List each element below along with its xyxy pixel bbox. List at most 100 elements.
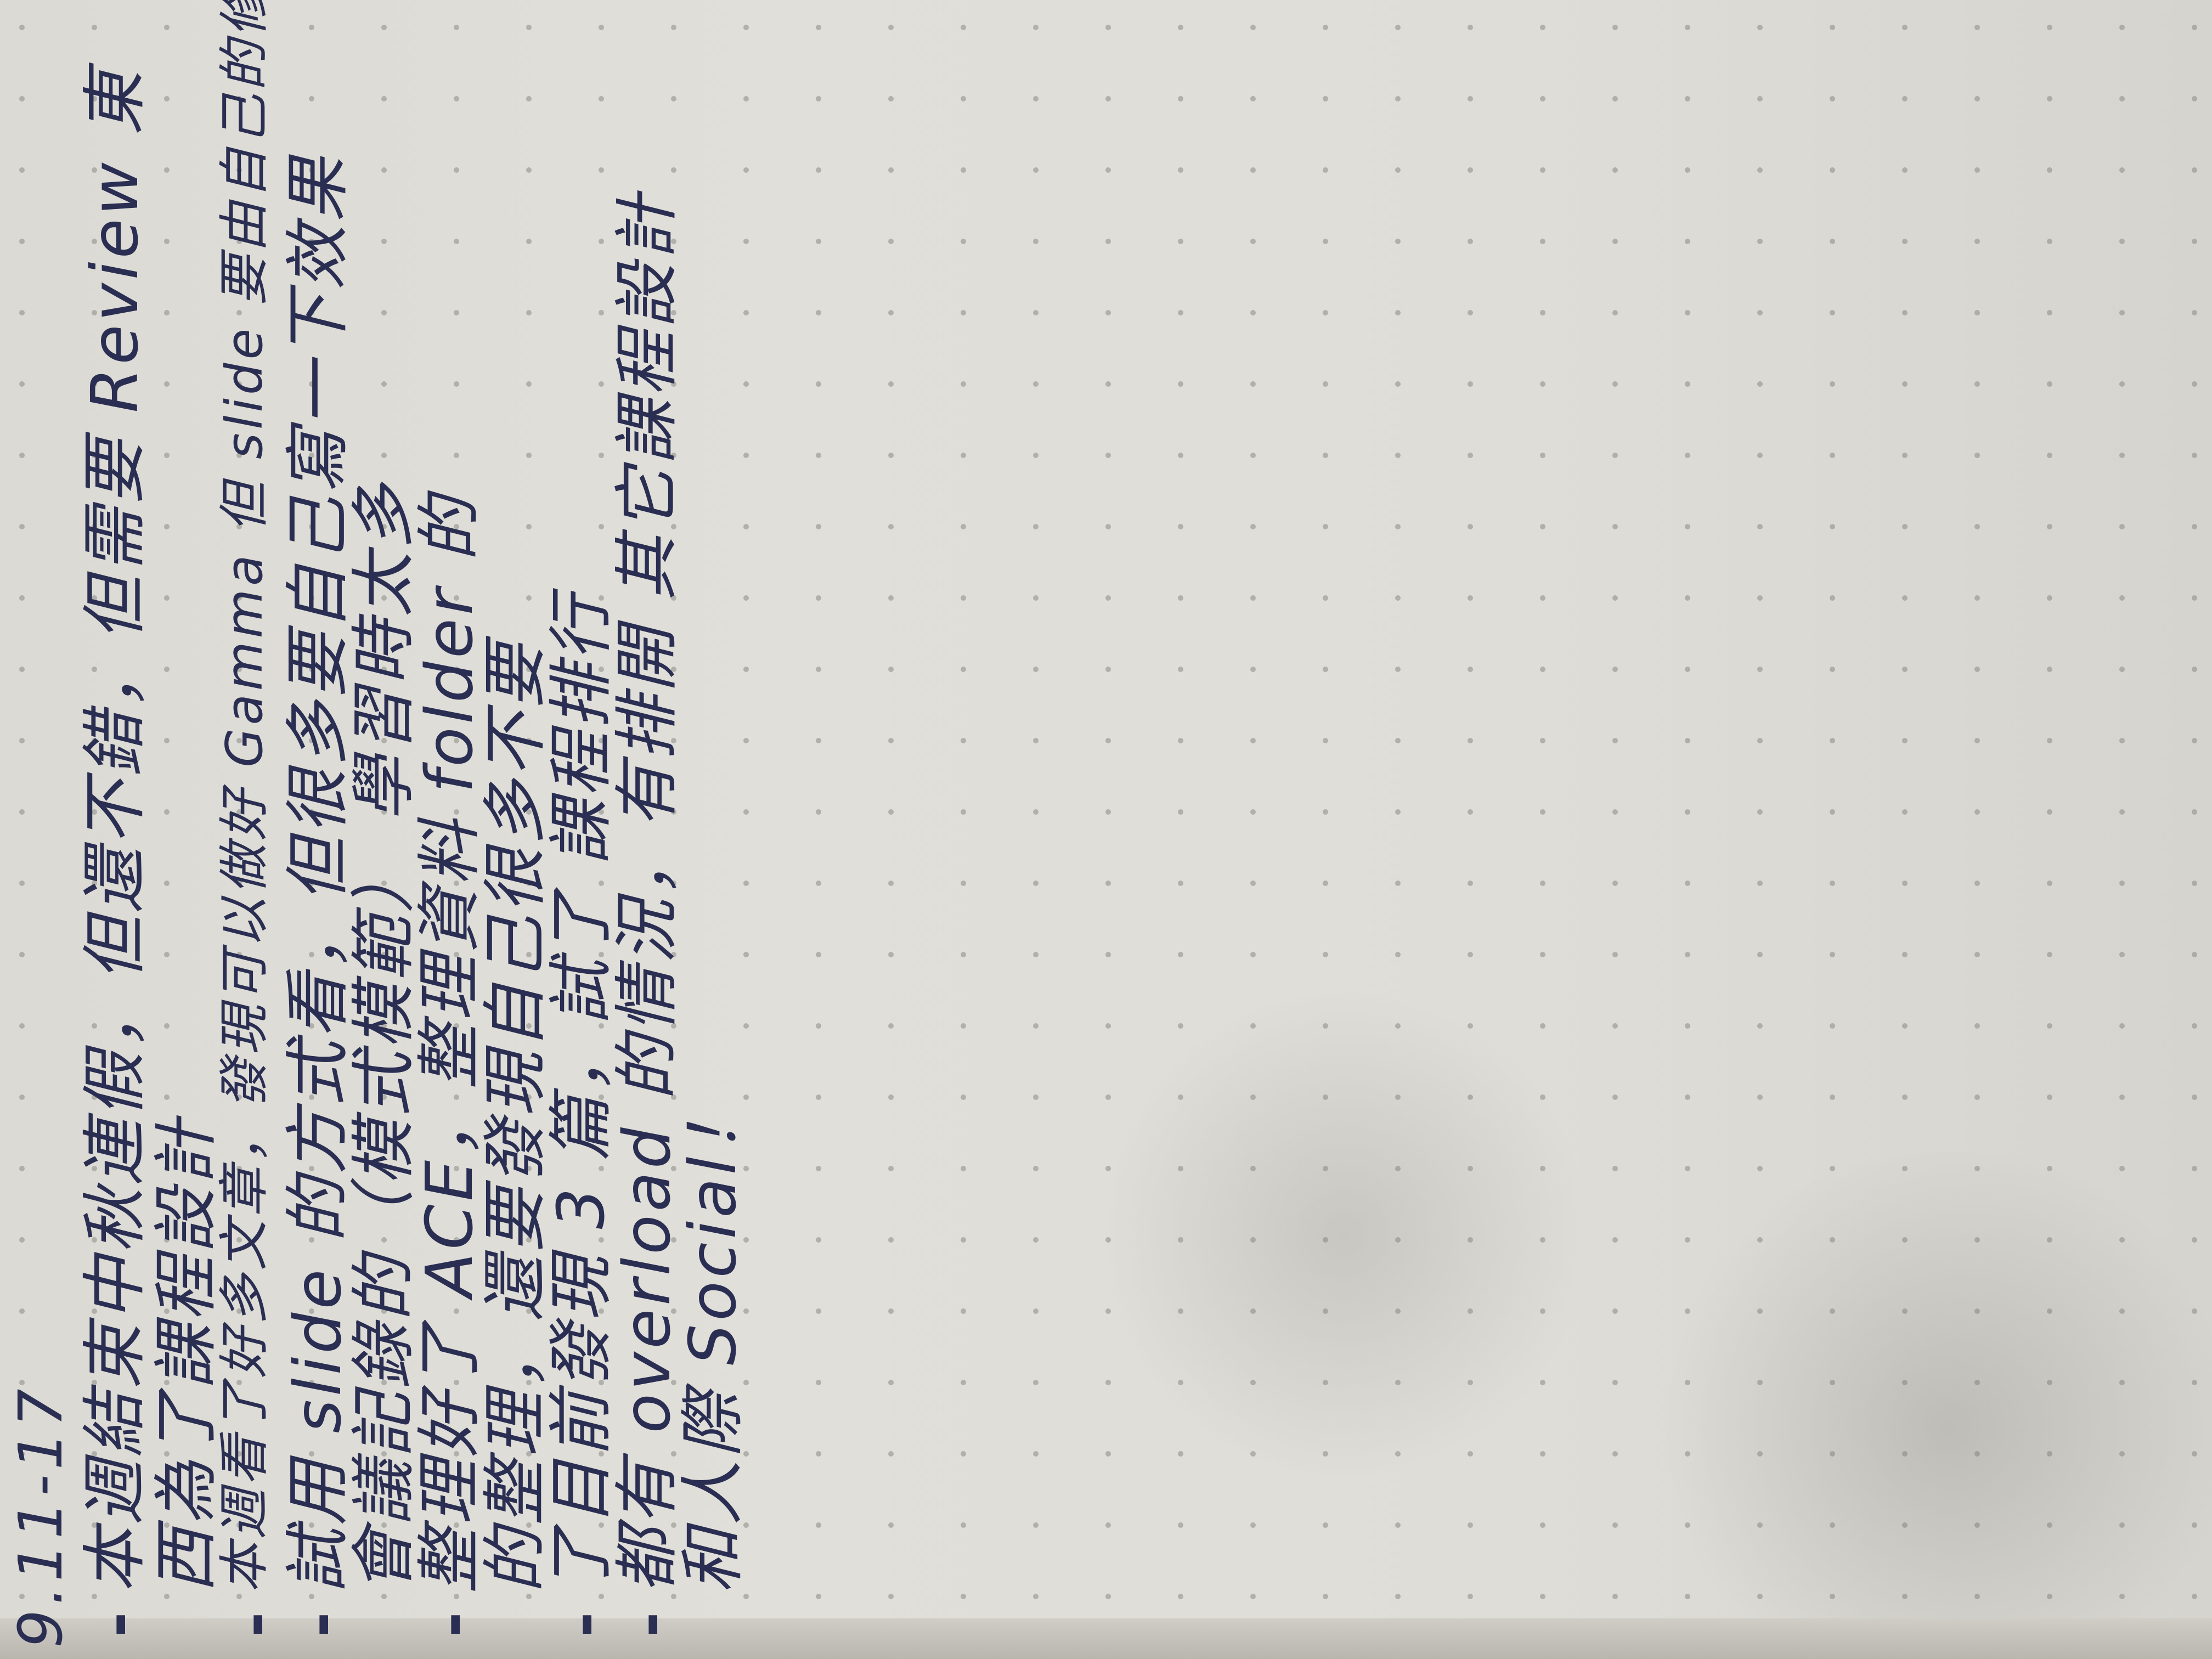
grid-dot — [2192, 381, 2197, 387]
grid-dot — [1540, 738, 1545, 743]
grid-dot — [2119, 167, 2125, 173]
grid-dot — [1468, 738, 1473, 743]
grid-dot — [1974, 1023, 1980, 1029]
grid-dot — [1323, 25, 1328, 30]
grid-dot — [1105, 453, 1111, 458]
grid-dot — [1468, 1451, 1473, 1457]
grid-dot — [2192, 167, 2197, 173]
grid-dot — [1902, 25, 1908, 30]
grid-dot — [1830, 667, 1835, 672]
grid-dot — [1178, 881, 1183, 886]
grid-dot — [1540, 1023, 1545, 1029]
grid-dot — [1540, 239, 1545, 244]
grid-dot — [1540, 381, 1545, 387]
grid-dot — [1902, 667, 1908, 672]
grid-dot — [2192, 881, 2197, 886]
grid-dot — [1974, 524, 1980, 529]
grid-dot — [1395, 167, 1401, 173]
grid-dot — [1830, 1094, 1835, 1100]
grid-dot — [2192, 25, 2197, 30]
grid-dot — [1830, 96, 1835, 101]
grid-dot — [1540, 881, 1545, 886]
grid-dot — [1033, 25, 1039, 30]
grid-dot — [888, 310, 894, 315]
grid-dot — [1685, 809, 1690, 815]
grid-dot — [1974, 595, 1980, 601]
grid-dot — [1105, 952, 1111, 957]
grid-dot — [2119, 738, 2125, 743]
grid-dot — [1540, 952, 1545, 957]
grid-dot — [816, 310, 821, 315]
grid-dot — [888, 167, 894, 173]
grid-dot — [1395, 1522, 1401, 1528]
grid-dot — [1612, 381, 1618, 387]
grid-dot — [1033, 239, 1039, 244]
grid-dot — [1033, 1451, 1039, 1457]
grid-dot — [2192, 1237, 2197, 1243]
grid-dot — [2119, 25, 2125, 30]
grid-dot — [1250, 881, 1256, 886]
grid-dot — [1612, 310, 1618, 315]
grid-dot — [1902, 809, 1908, 815]
grid-dot — [1178, 381, 1183, 387]
grid-dot — [1612, 881, 1618, 886]
grid-dot — [1033, 1237, 1039, 1243]
grid-dot — [888, 1237, 894, 1243]
grid-dot — [2192, 1094, 2197, 1100]
grid-dot — [888, 381, 894, 387]
grid-dot — [961, 239, 966, 244]
grid-dot — [1757, 381, 1763, 387]
grid-dot — [961, 1237, 966, 1243]
grid-dot — [1395, 952, 1401, 957]
grid-dot — [961, 453, 966, 458]
grid-dot — [1830, 310, 1835, 315]
grid-dot — [2119, 595, 2125, 601]
grid-dot — [1395, 310, 1401, 315]
grid-dot — [1685, 881, 1690, 886]
grid-dot — [2192, 453, 2197, 458]
grid-dot — [1033, 1522, 1039, 1528]
notebook-page: 9.11-17 - 本週結束中秋連假，但還不錯，但需要 Review 東 西為了… — [0, 0, 2212, 1659]
grid-dot — [1468, 881, 1473, 886]
grid-dot — [1757, 524, 1763, 529]
grid-dot — [1323, 667, 1328, 672]
grid-dot — [1612, 1094, 1618, 1100]
grid-dot — [1685, 453, 1690, 458]
grid-dot — [1323, 167, 1328, 173]
grid-dot — [1757, 881, 1763, 886]
grid-dot — [1830, 167, 1835, 173]
note-line: 整理好了 ACE，整理資料 folder 的 — [411, 493, 487, 1593]
grid-dot — [816, 167, 821, 173]
hand-shadow-left — [1097, 988, 1591, 1481]
grid-dot — [1540, 1451, 1545, 1457]
grid-dot — [2047, 738, 2052, 743]
grid-dot — [816, 738, 821, 743]
grid-dot — [1178, 524, 1183, 529]
grid-dot — [1178, 1451, 1183, 1457]
grid-dot — [961, 1094, 966, 1100]
grid-dot — [1830, 381, 1835, 387]
grid-dot — [888, 952, 894, 957]
grid-dot — [1105, 1094, 1111, 1100]
grid-dot — [2047, 667, 2052, 672]
grid-dot — [1757, 239, 1763, 244]
grid-dot — [1033, 595, 1039, 601]
grid-dot — [2119, 239, 2125, 244]
grid-dot — [888, 1308, 894, 1314]
grid-dot — [1178, 239, 1183, 244]
grid-dot — [1612, 1522, 1618, 1528]
grid-dot — [2192, 310, 2197, 315]
grid-dot — [888, 1451, 894, 1457]
grid-dot — [1685, 381, 1690, 387]
grid-dot — [1540, 809, 1545, 815]
grid-dot — [961, 96, 966, 101]
grid-dot — [1902, 881, 1908, 886]
grid-dot — [1033, 453, 1039, 458]
grid-dot — [888, 1522, 894, 1528]
grid-dot — [2047, 809, 2052, 815]
grid-dot — [1685, 310, 1690, 315]
grid-dot — [816, 524, 821, 529]
grid-dot — [1685, 667, 1690, 672]
grid-dot — [1757, 167, 1763, 173]
grid-dot — [961, 310, 966, 315]
